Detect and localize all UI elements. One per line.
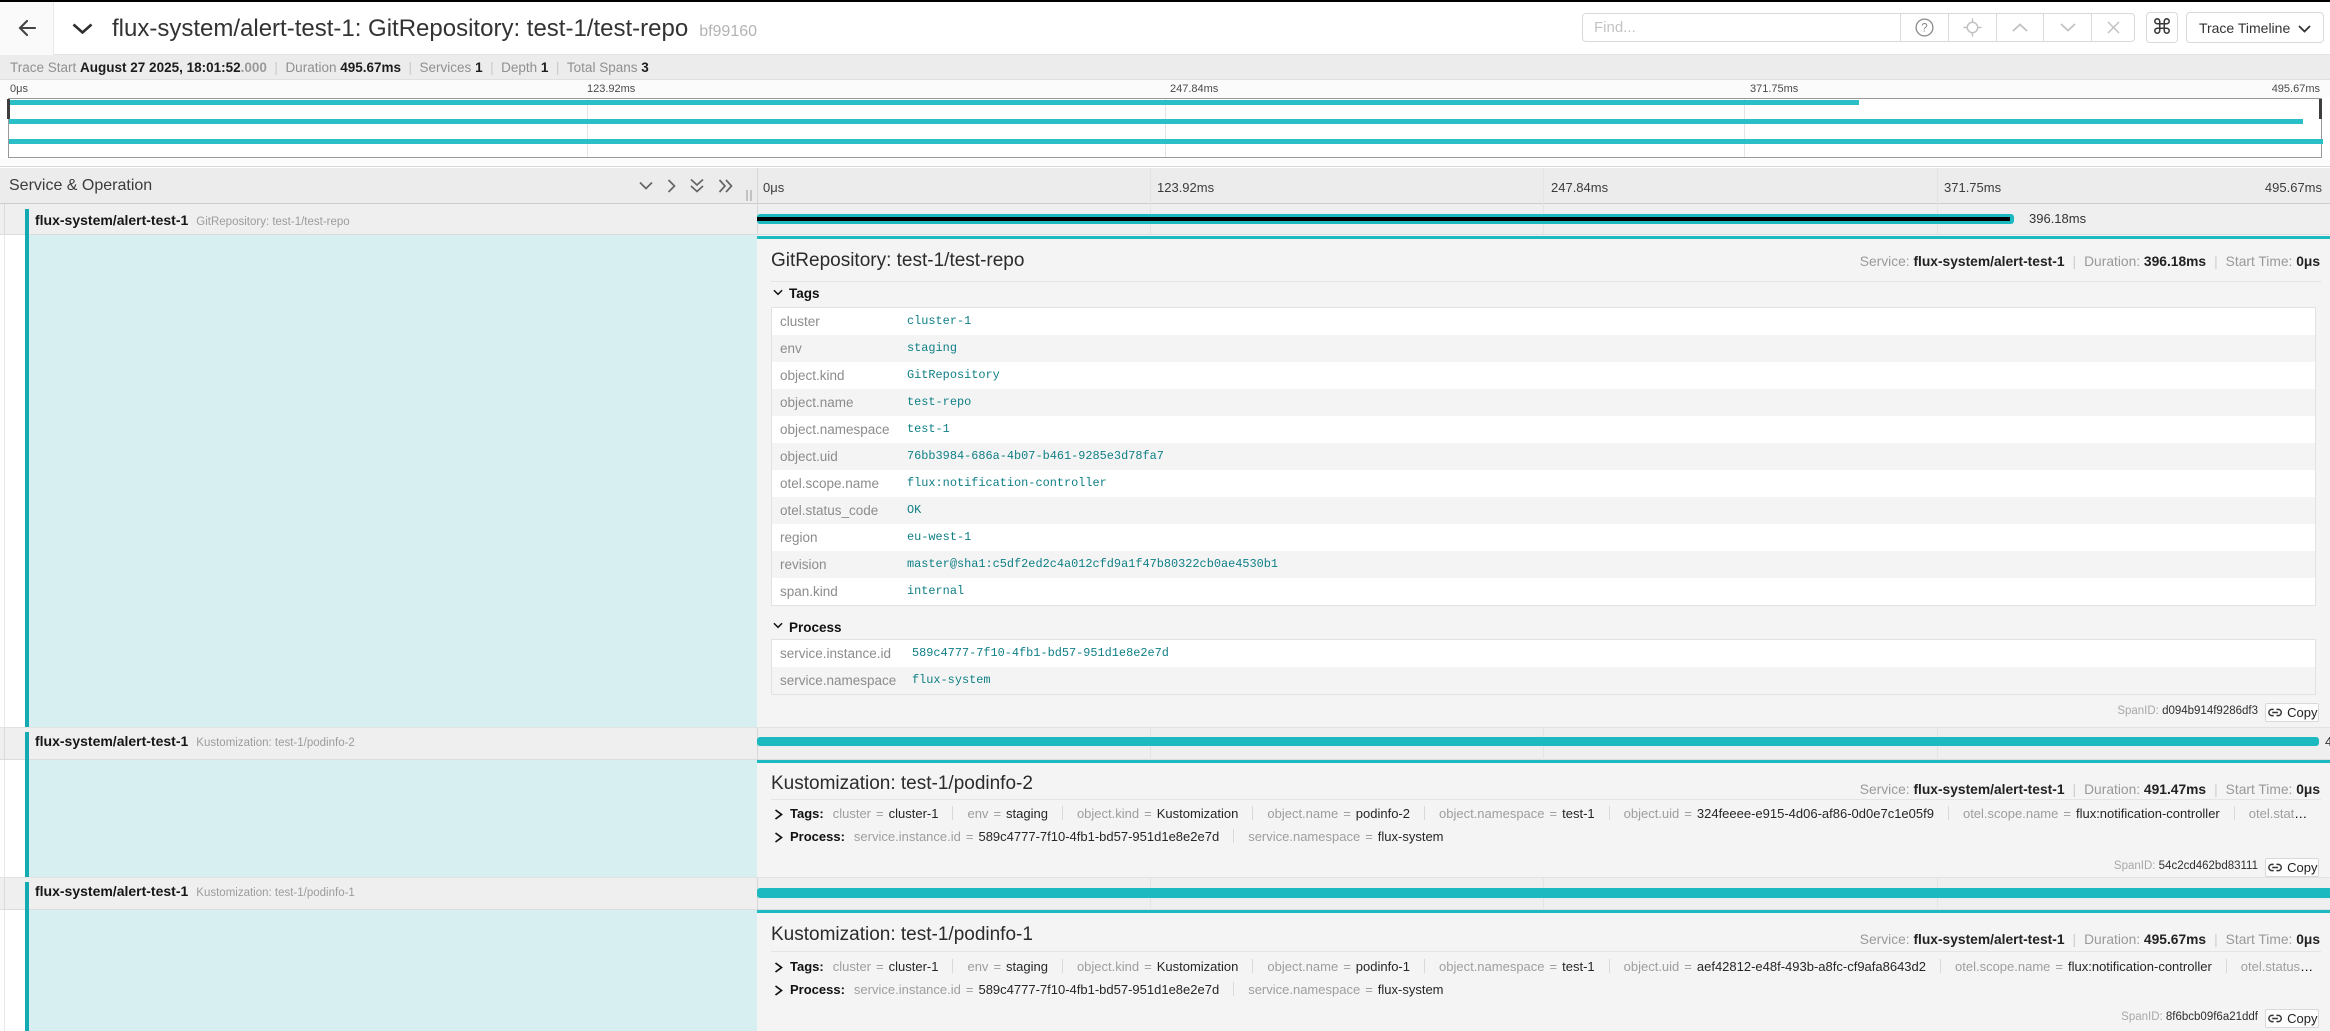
svg-text:?: ? [1921,23,1927,35]
